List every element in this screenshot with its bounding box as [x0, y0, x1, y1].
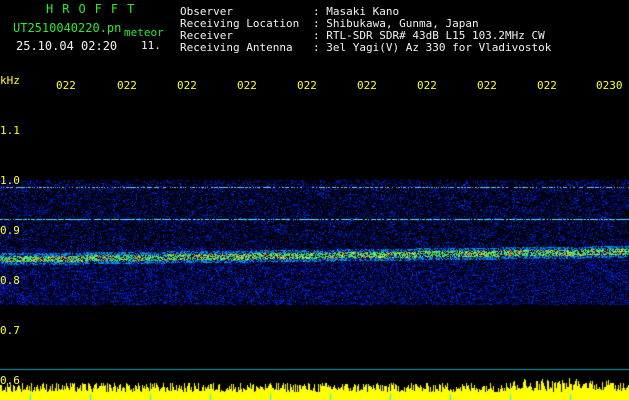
- x-tick-label: 022: [297, 79, 317, 92]
- y-tick-label: 1.1: [0, 124, 20, 137]
- y-tick-label: 0.8: [0, 274, 20, 287]
- mode-label: meteor: [124, 26, 164, 39]
- spectrogram-canvas: [0, 72, 629, 400]
- y-tick-label: 1.0: [0, 174, 20, 187]
- x-tick-label: 022: [357, 79, 377, 92]
- x-tick-label: 022: [537, 79, 557, 92]
- y-unit-label: kHz: [0, 74, 20, 87]
- y-tick-label: 0.7: [0, 324, 20, 337]
- count-label: 11.: [141, 39, 161, 52]
- antenna-value: : 3el Yagi(V) Az 330 for Vladivostok: [313, 41, 552, 54]
- x-tick-label: 022: [177, 79, 197, 92]
- file-name: UT2510040220.pn: [13, 21, 122, 35]
- x-tick-label: 022: [117, 79, 137, 92]
- app-title: HROFFT: [46, 2, 144, 16]
- x-tick-label: 022: [237, 79, 257, 92]
- antenna-label: Receiving Antenna: [180, 41, 293, 54]
- y-tick-label: 0.6: [0, 374, 20, 387]
- x-tick-label: 022: [477, 79, 497, 92]
- x-tick-label: 022: [56, 79, 76, 92]
- x-tick-label: 0230: [596, 79, 623, 92]
- y-tick-label: 0.9: [0, 224, 20, 237]
- x-tick-label: 022: [417, 79, 437, 92]
- date-time: 25.10.04 02:20: [16, 39, 118, 53]
